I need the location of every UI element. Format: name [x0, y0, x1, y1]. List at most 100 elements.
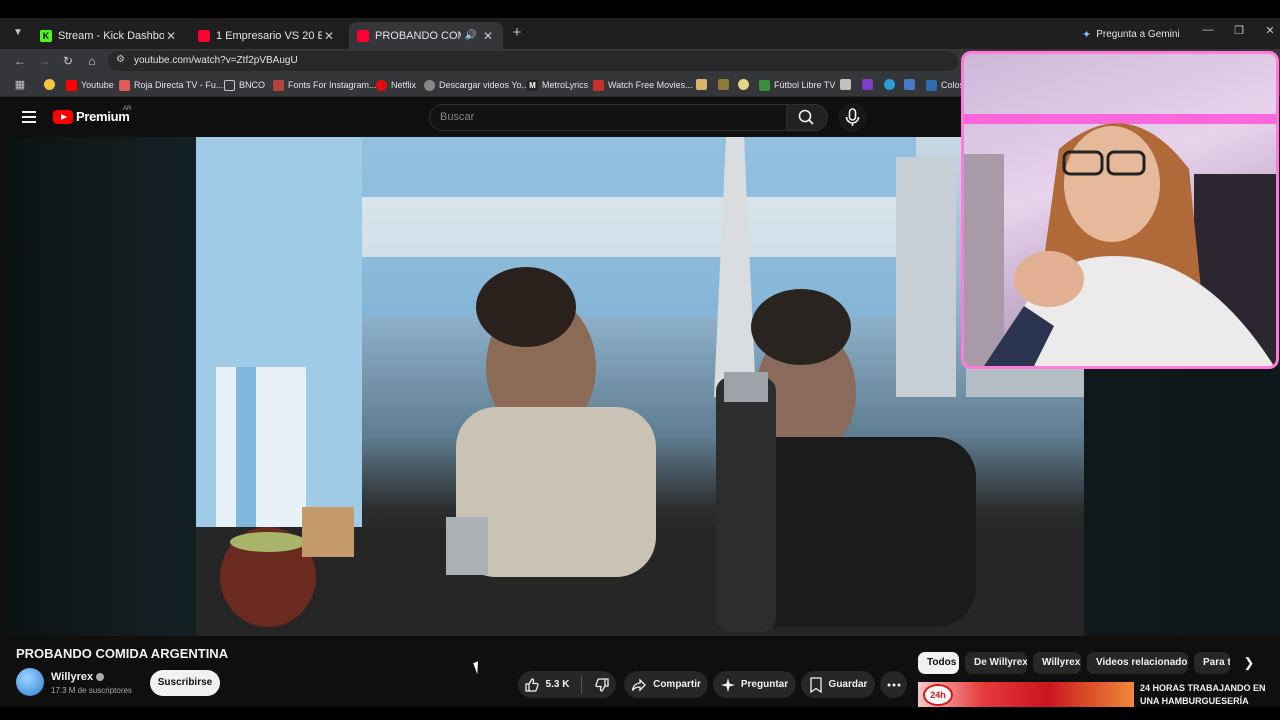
- channel-name: Willyrex: [51, 671, 94, 683]
- tab-kick-dashboard[interactable]: K Stream - Kick Dashboard ✕: [32, 22, 186, 49]
- like-dislike-group: 5.3 K: [518, 671, 616, 698]
- folder-icon: [224, 79, 235, 91]
- mouse-cursor-icon: [473, 659, 487, 675]
- share-arrow-icon: [631, 677, 647, 692]
- subscriber-count: 17.3 M de suscriptores: [51, 686, 132, 695]
- letterbox-bottom: [0, 707, 1280, 720]
- bookmark-colos[interactable]: Colos: [926, 78, 964, 92]
- close-icon[interactable]: ✕: [164, 29, 178, 43]
- bookmark-label: Fonts For Instagram...: [288, 80, 377, 90]
- like-divider: [581, 675, 583, 694]
- ask-button[interactable]: Preguntar: [713, 671, 796, 698]
- thumbs-down-icon: [595, 677, 610, 692]
- bookmark-netflix[interactable]: Netflix: [376, 78, 416, 92]
- like-button[interactable]: 5.3 K: [524, 677, 576, 693]
- movies-icon: [593, 79, 604, 91]
- bookmark-icon-1[interactable]: [696, 79, 707, 90]
- bookmark-icon-4[interactable]: [840, 79, 851, 90]
- share-button[interactable]: Compartir: [624, 671, 708, 698]
- bookmark-roja-directa[interactable]: Roja Directa TV - Fu...: [119, 78, 223, 92]
- futbol-icon: [759, 79, 770, 91]
- chevron-right-icon[interactable]: ❯: [1240, 654, 1258, 672]
- search-placeholder: Buscar: [440, 111, 475, 123]
- bookmark-youtube[interactable]: Youtube: [66, 78, 114, 92]
- recommended-thumbnail[interactable]: 24h: [918, 682, 1134, 707]
- bookmark-label: Netflix: [391, 80, 417, 90]
- forward-arrow-icon[interactable]: →: [36, 53, 52, 69]
- download-icon: [424, 79, 435, 91]
- reload-icon[interactable]: ↻: [60, 53, 76, 69]
- youtube-favicon-icon: [357, 29, 369, 42]
- youtube-icon: [66, 79, 77, 91]
- minimize-icon[interactable]: —: [1199, 24, 1217, 36]
- search-icon: [798, 109, 814, 125]
- hamburger-menu-icon[interactable]: [22, 111, 36, 123]
- tab-title: PROBANDO COMIDA ARGE: [375, 29, 461, 42]
- bookmark-futbol-libre[interactable]: Fútbol Libre TV: [759, 78, 835, 92]
- save-label: Guardar: [828, 679, 868, 690]
- roja-directa-icon: [119, 79, 130, 91]
- bookmark-icon: [809, 676, 822, 693]
- tab-title: 1 Empresario VS 20 Empleados: [216, 29, 322, 42]
- close-icon[interactable]: ✕: [322, 29, 336, 43]
- restore-icon[interactable]: ❐: [1230, 24, 1248, 37]
- gemini-button[interactable]: ✦ Pregunta a Gemini: [1082, 24, 1180, 44]
- back-arrow-icon[interactable]: ←: [12, 53, 28, 69]
- search-button[interactable]: [786, 104, 828, 131]
- microphone-icon: [845, 108, 860, 126]
- tab-empresario[interactable]: 1 Empresario VS 20 Empleados ✕: [190, 22, 344, 49]
- bookmark-watch-movies[interactable]: Watch Free Movies...: [593, 78, 693, 92]
- chip-para-ti[interactable]: Para ti: [1194, 652, 1230, 674]
- voice-search-button[interactable]: [838, 103, 867, 132]
- sparkle-icon: [720, 677, 735, 692]
- emoji-bookmark-icon[interactable]: [44, 79, 55, 90]
- bookmark-bnco[interactable]: BNCO: [224, 78, 265, 92]
- share-label: Compartir: [653, 679, 701, 690]
- dislike-button[interactable]: [588, 677, 610, 693]
- chip-todos[interactable]: Todos: [918, 652, 959, 674]
- bookmark-label: Watch Free Movies...: [608, 80, 693, 90]
- search-input[interactable]: Buscar: [429, 104, 787, 131]
- recommended-video-title[interactable]: 24 HORAS TRABAJANDO EN UNA HAMBURGUESERÍ…: [1140, 682, 1270, 708]
- channel-name-link[interactable]: Willyrex: [51, 671, 105, 683]
- close-icon[interactable]: ✕: [481, 29, 495, 43]
- gemini-label: Pregunta a Gemini: [1096, 28, 1180, 40]
- kick-favicon-icon: K: [40, 29, 52, 42]
- thumbnail-badge: 24h: [923, 684, 953, 706]
- bookmark-descargar[interactable]: Descargar videos Yo...: [424, 78, 529, 92]
- bookmark-fonts[interactable]: Fonts For Instagram...: [273, 78, 377, 92]
- country-code: AR: [123, 106, 132, 112]
- save-button[interactable]: Guardar: [801, 671, 875, 698]
- apps-grid-icon[interactable]: ▦: [12, 77, 28, 93]
- tab-probando-comida[interactable]: PROBANDO COMIDA ARGE 🔊 ✕: [349, 22, 503, 49]
- subscribe-button[interactable]: Suscribirse: [150, 670, 220, 696]
- youtube-premium-logo[interactable]: Premium AR: [53, 106, 132, 124]
- bookmark-icon-5[interactable]: [862, 79, 873, 90]
- more-actions-button[interactable]: [880, 671, 907, 698]
- video-player[interactable]: [196, 137, 1084, 636]
- verified-badge-icon: [96, 673, 105, 681]
- address-bar[interactable]: ⚙ youtube.com/watch?v=Ztf2pVBAugU: [108, 51, 958, 71]
- bookmark-icon-7[interactable]: [904, 79, 915, 90]
- close-window-icon[interactable]: ✕: [1261, 24, 1279, 37]
- new-tab-button[interactable]: +: [509, 25, 525, 41]
- webcam-overlay: [961, 51, 1279, 369]
- bookmark-icon-3[interactable]: [738, 79, 749, 90]
- ask-label: Preguntar: [740, 679, 789, 690]
- bookmark-metrolyrics[interactable]: M MetroLyrics: [527, 78, 588, 92]
- speaker-icon[interactable]: 🔊: [465, 30, 477, 41]
- home-icon[interactable]: ⌂: [84, 53, 100, 69]
- site-info-icon[interactable]: ⚙: [116, 54, 125, 65]
- chip-de-willyrex[interactable]: De Willyrex: [965, 652, 1027, 674]
- chip-videos-relacionados[interactable]: Videos relacionados: [1087, 652, 1188, 674]
- tab-search-button[interactable]: ▼: [9, 24, 27, 42]
- channel-avatar[interactable]: [16, 668, 44, 696]
- youtube-favicon-icon: [198, 29, 210, 42]
- bookmark-icon-2[interactable]: [718, 79, 729, 90]
- thumbs-up-icon: [524, 677, 539, 692]
- bookmark-icon-6[interactable]: [884, 79, 895, 90]
- chip-willyrex[interactable]: Willyrex: [1033, 652, 1081, 674]
- bookmark-label: Fútbol Libre TV: [774, 80, 836, 90]
- bookmark-label: BNCO: [239, 80, 266, 90]
- bookmark-label: MetroLyrics: [542, 80, 589, 90]
